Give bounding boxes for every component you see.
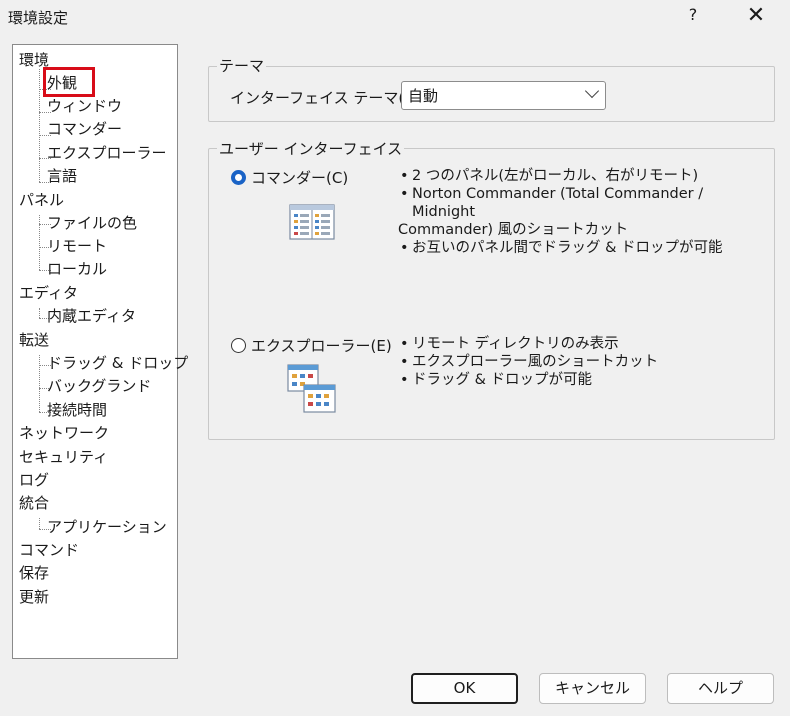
close-button[interactable]: ✕ (738, 2, 774, 30)
tree-item-explorer[interactable]: エクスプローラー (47, 143, 167, 163)
explorer-radio-label[interactable]: エクスプローラー(E) (251, 335, 392, 356)
cancel-button[interactable]: キャンセル (539, 673, 646, 704)
explorer-radio[interactable] (231, 338, 246, 353)
title-bar: 環境設定 ? ✕ (0, 0, 790, 34)
tree-connector (39, 308, 40, 318)
tree-connector (39, 355, 40, 412)
ui-group-label: ユーザー インターフェイス (217, 138, 405, 159)
tree-item-storage[interactable]: 保存 (19, 563, 49, 583)
tree-item-commander[interactable]: コマンダー (47, 119, 122, 139)
help-question-button[interactable]: ? (678, 5, 708, 29)
commander-radio-label[interactable]: コマンダー(C) (251, 167, 348, 188)
chevron-down-icon (584, 83, 600, 99)
commander-description: 2 つのパネル(左がローカル、右がリモート) Norton Commander … (398, 167, 768, 257)
commander-layout-icon (289, 204, 335, 244)
tree-item-language[interactable]: 言語 (47, 166, 77, 186)
tree-item-editor[interactable]: エディタ (19, 283, 78, 303)
tree-item-updates[interactable]: 更新 (19, 587, 49, 607)
theme-field-label: インターフェイス テーマ(T): (230, 89, 425, 107)
help-button[interactable]: ヘルプ (667, 673, 774, 704)
tree-item-timeouts[interactable]: 接続時間 (47, 400, 107, 420)
tree-item-appearance[interactable]: 外観 (47, 73, 77, 93)
tree-item-log[interactable]: ログ (19, 470, 49, 490)
tree-item-commands[interactable]: コマンド (19, 540, 79, 560)
tree-connector (39, 69, 40, 182)
ok-button[interactable]: OK (411, 673, 518, 704)
tree-item-local[interactable]: ローカル (47, 259, 107, 279)
theme-select[interactable]: 自動 (401, 81, 606, 110)
tree-item-drag-drop[interactable]: ドラッグ & ドロップ (47, 353, 188, 373)
tree-item-background[interactable]: バックグランド (47, 376, 151, 396)
commander-radio[interactable] (231, 170, 246, 185)
tree-connector (39, 518, 40, 529)
window-title: 環境設定 (8, 9, 69, 27)
explorer-layout-icon (287, 364, 337, 418)
tree-item-integration[interactable]: 統合 (19, 493, 49, 513)
theme-group-label: テーマ (217, 55, 267, 76)
tree-item-window[interactable]: ウィンドウ (47, 96, 122, 116)
tree-item-remote[interactable]: リモート (47, 236, 107, 256)
tree-item-file-colors[interactable]: ファイルの色 (47, 213, 137, 233)
settings-tree[interactable]: 環境 外観 ウィンドウ コマンダー エクスプローラー 言語 パネル ファイルの色… (12, 44, 188, 659)
tree-item-applications[interactable]: アプリケーション (47, 517, 167, 537)
explorer-description: リモート ディレクトリのみ表示 エクスプローラー風のショートカット ドラッグ &… (398, 335, 768, 389)
theme-select-value: 自動 (408, 87, 439, 105)
tree-item-network[interactable]: ネットワーク (19, 423, 109, 443)
tree-item-security[interactable]: セキュリティ (19, 447, 108, 467)
tree-item-transfer[interactable]: 転送 (19, 330, 49, 350)
tree-item-internal-editor[interactable]: 内蔵エディタ (47, 306, 136, 326)
tree-item-panels[interactable]: パネル (19, 190, 64, 210)
